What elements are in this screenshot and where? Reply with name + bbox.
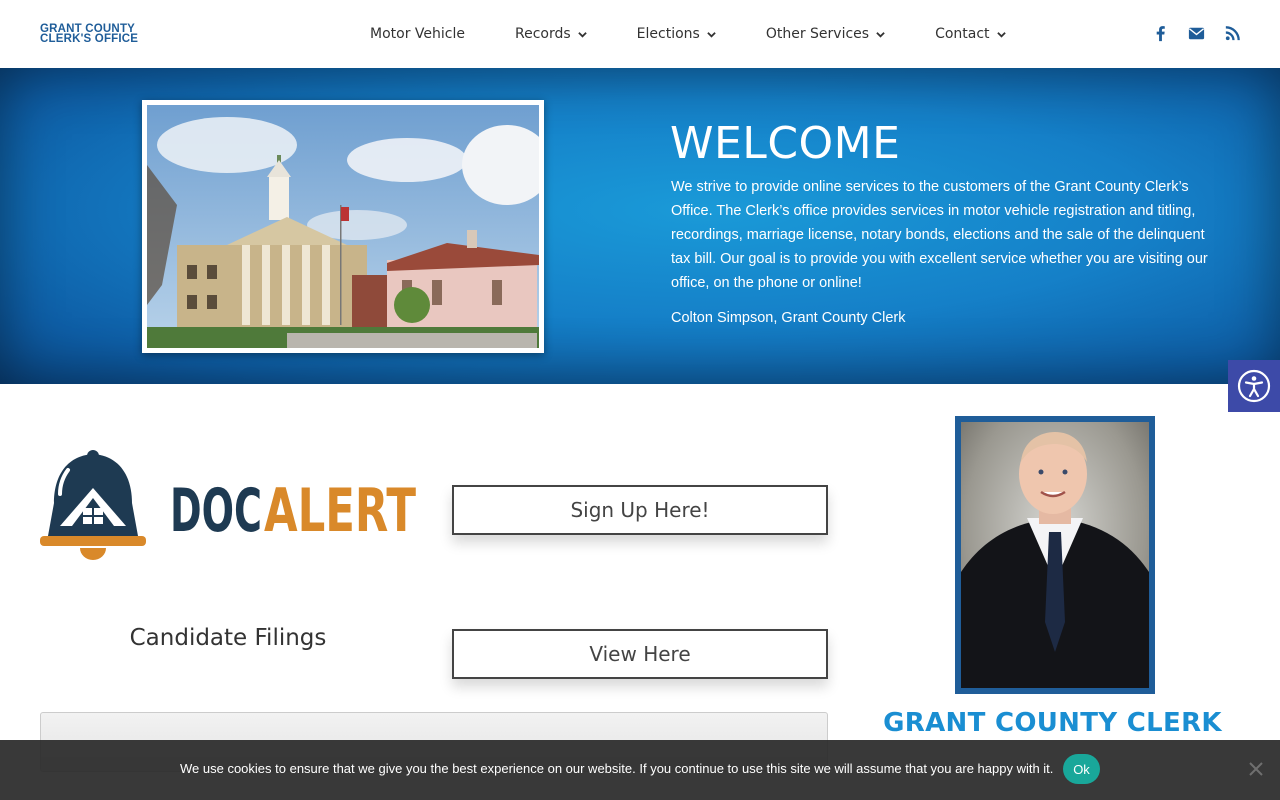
welcome-text: We strive to provide online services to … <box>671 179 1208 291</box>
clerk-photo <box>961 422 1149 688</box>
logo-line-2: CLERK'S OFFICE <box>40 33 139 45</box>
social-links <box>1151 24 1242 43</box>
nav-item-elections[interactable]: Elections <box>612 0 741 68</box>
sign-up-button[interactable]: Sign Up Here! <box>452 485 828 535</box>
rss-icon[interactable] <box>1223 24 1242 43</box>
close-icon[interactable] <box>1247 760 1265 778</box>
clerk-portrait <box>955 416 1155 694</box>
courthouse-image <box>147 105 539 348</box>
nav-label: Elections <box>636 26 700 42</box>
welcome-heading: WELCOME <box>670 118 901 169</box>
nav-item-records[interactable]: Records <box>490 0 612 68</box>
cookie-ok-button[interactable]: Ok <box>1063 754 1100 784</box>
nav-label: Records <box>514 26 571 42</box>
courthouse-photo <box>142 100 544 353</box>
clerk-signature: Colton Simpson, Grant County Clerk <box>671 310 906 326</box>
site-logo[interactable]: GRANT COUNTY CLERK'S OFFICE <box>40 23 139 45</box>
facebook-icon[interactable] <box>1151 24 1170 43</box>
welcome-hero: WELCOME We strive to provide online serv… <box>0 68 1280 384</box>
nav-label: Motor Vehicle <box>370 26 465 42</box>
accessibility-button[interactable] <box>1228 360 1280 412</box>
cookie-banner: We use cookies to ensure that we give yo… <box>0 740 1280 800</box>
site-header: GRANT COUNTY CLERK'S OFFICE Motor Vehicl… <box>0 0 1280 68</box>
cookie-message: We use cookies to ensure that we give yo… <box>180 761 1054 776</box>
chevron-down-icon <box>707 31 716 38</box>
candidate-filings-heading: Candidate Filings <box>129 625 327 651</box>
chevron-down-icon <box>876 31 885 38</box>
view-candidate-filings-button[interactable]: View Here <box>452 629 828 679</box>
nav-item-motor-vehicle[interactable]: Motor Vehicle <box>345 0 490 68</box>
nav-label: Other Services <box>765 26 870 42</box>
chevron-down-icon <box>996 31 1006 38</box>
docalert-alert-text: ALERT <box>264 476 416 546</box>
nav-item-other-services[interactable]: Other Services <box>741 0 910 68</box>
nav-label: Contact <box>935 26 990 42</box>
chevron-down-icon <box>577 31 587 38</box>
docalert-bell-house-icon: DOC ALERT <box>40 450 416 560</box>
main-nav: Motor Vehicle Records Elections Other Se… <box>345 0 1031 68</box>
accessibility-icon <box>1237 369 1271 403</box>
email-icon[interactable] <box>1187 24 1206 43</box>
docalert-doc-text: DOC <box>170 476 262 546</box>
nav-item-contact[interactable]: Contact <box>910 0 1030 68</box>
clerk-title: GRANT COUNTY CLERK <box>883 708 1222 738</box>
docalert-logo[interactable]: DOC ALERT <box>40 448 420 564</box>
